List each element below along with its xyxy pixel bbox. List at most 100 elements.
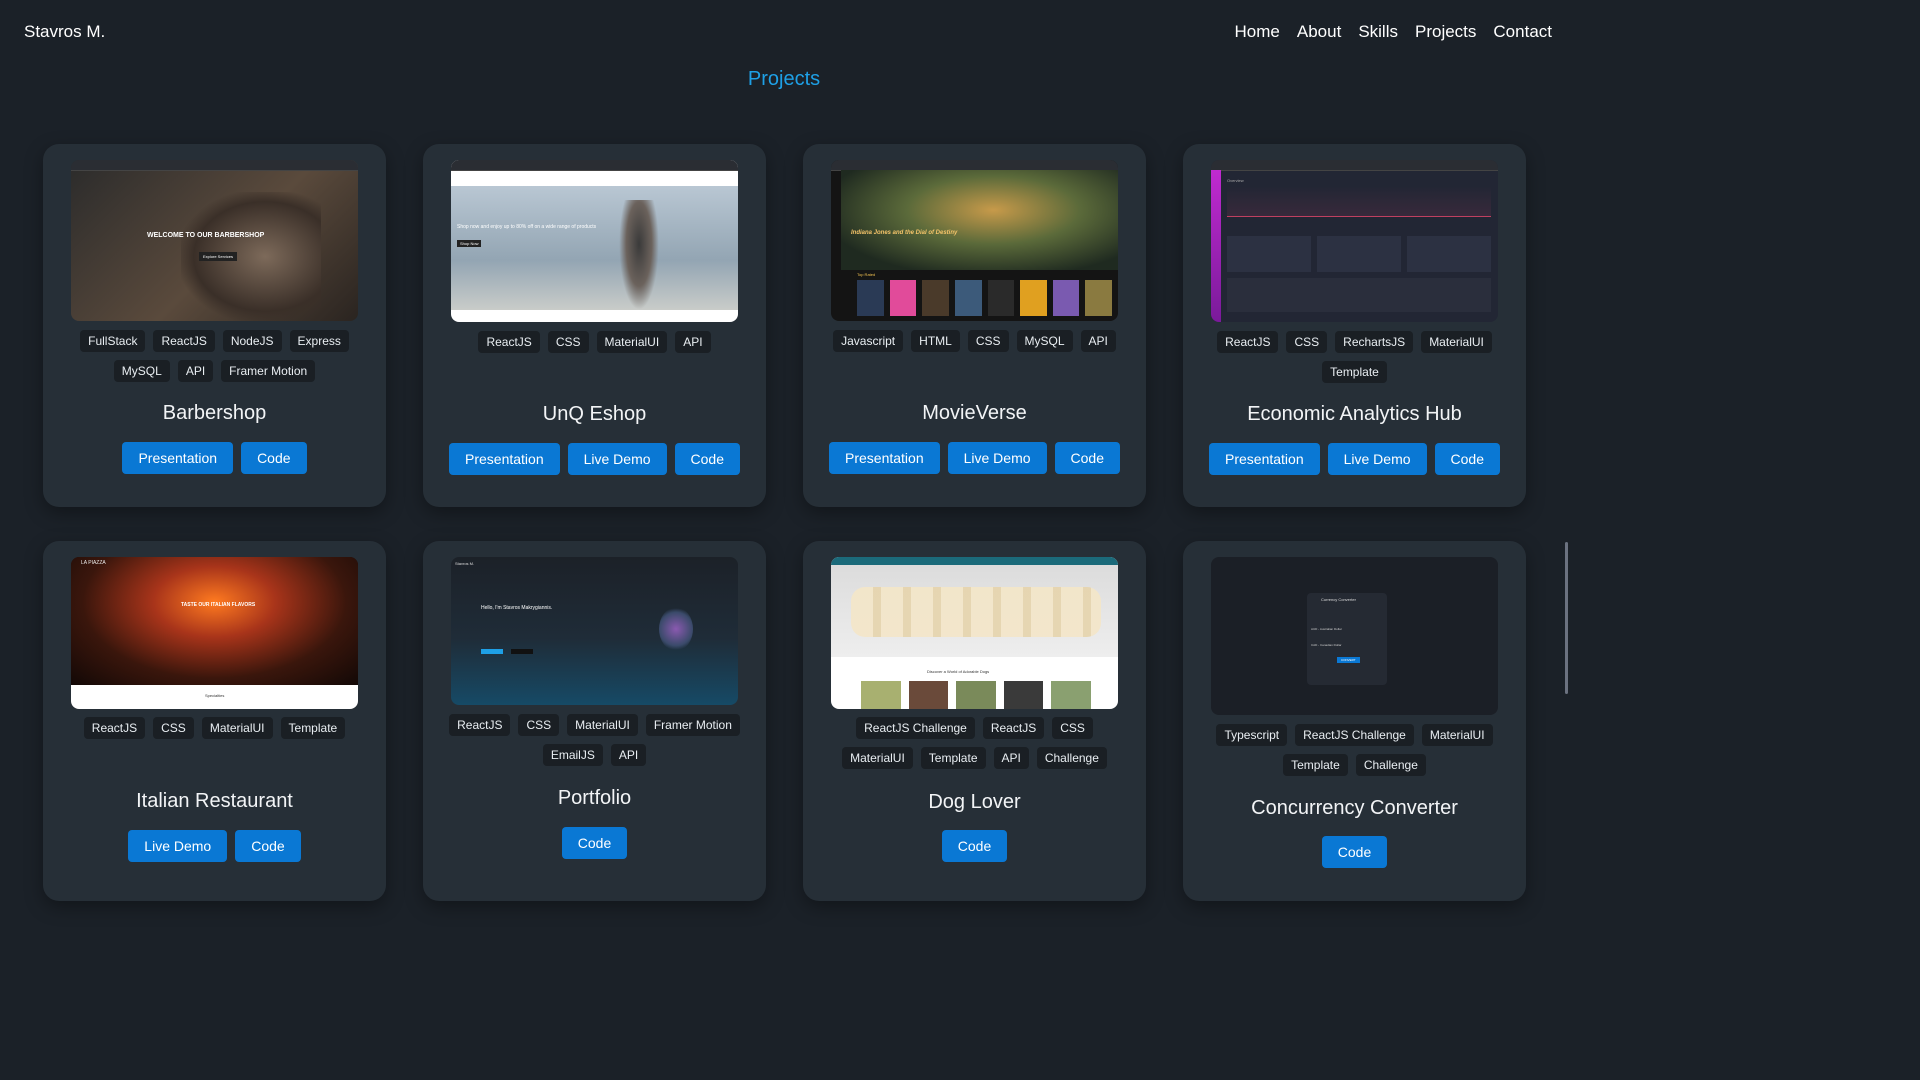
section-title: Projects bbox=[747, 68, 821, 90]
tag: MaterialUI bbox=[567, 714, 638, 736]
tag-list: ReactJS Challenge ReactJS CSS MaterialUI… bbox=[819, 717, 1130, 769]
screenshot-headline: Hello, I'm Stavros Makrygiannis. bbox=[481, 605, 553, 611]
tag: ReactJS bbox=[1217, 331, 1279, 353]
project-card-movieverse: Indiana Jones and the Dial of Destiny To… bbox=[803, 144, 1146, 507]
tag: CSS bbox=[518, 714, 560, 736]
tag: ReactJS bbox=[153, 330, 215, 352]
presentation-button[interactable]: Presentation bbox=[829, 442, 940, 474]
project-actions: Code bbox=[1183, 836, 1526, 868]
tag: FullStack bbox=[80, 330, 146, 352]
tag: MaterialUI bbox=[201, 717, 273, 739]
tag: ReactJS Challenge bbox=[1295, 724, 1414, 746]
screenshot-label: AUD - Australian Dollar bbox=[1311, 627, 1342, 631]
navbar: Stavros M. Home About Skills Projects Co… bbox=[0, 0, 1568, 64]
tag: Javascript bbox=[833, 330, 904, 352]
tag: MaterialUI bbox=[1421, 331, 1492, 353]
live-demo-button[interactable]: Live Demo bbox=[128, 830, 228, 862]
code-button[interactable]: Code bbox=[235, 830, 301, 862]
nav-link-projects[interactable]: Projects bbox=[1415, 22, 1476, 42]
tag: Express bbox=[289, 330, 349, 352]
tag: MySQL bbox=[1016, 330, 1073, 352]
screenshot-label: Currency Converter bbox=[1321, 597, 1356, 602]
tag-list: Javascript HTML CSS MySQL API bbox=[819, 330, 1130, 352]
project-card-concurrency-converter: Currency Converter AUD - Australian Doll… bbox=[1183, 541, 1526, 901]
project-title: Portfolio bbox=[557, 787, 632, 809]
screenshot-label: Discover a World of Adorable Dogs bbox=[927, 669, 990, 674]
project-screenshot: Shop now and enjoy up to 80% off on a wi… bbox=[451, 160, 738, 322]
code-button[interactable]: Code bbox=[674, 443, 740, 475]
tag: Challenge bbox=[1036, 747, 1107, 769]
tag: API bbox=[1080, 330, 1116, 352]
live-demo-button[interactable]: Live Demo bbox=[567, 443, 667, 475]
project-card-economic-analytics-hub: Overview ReactJS CSS RechartsJS Material… bbox=[1183, 144, 1526, 507]
tag: ReactJS bbox=[449, 714, 511, 736]
screenshot-logo: Stavros M. bbox=[455, 561, 475, 566]
screenshot-label: Specialties bbox=[205, 693, 225, 698]
screenshot-label: Overview bbox=[1227, 178, 1244, 183]
screenshot-headline: WELCOME TO OUR BARBERSHOP bbox=[147, 232, 265, 239]
screenshot-button: CONVERT bbox=[1337, 657, 1360, 663]
code-button[interactable]: Code bbox=[1321, 836, 1388, 868]
screenshot-label: Top Rated bbox=[857, 272, 876, 277]
project-actions: Presentation Live Demo Code bbox=[1183, 443, 1526, 475]
nav-link-contact[interactable]: Contact bbox=[1493, 22, 1552, 42]
tag: ReactJS bbox=[982, 717, 1045, 739]
tag: Template bbox=[1283, 754, 1348, 776]
tag: EmailJS bbox=[542, 744, 603, 766]
project-title: Dog Lover bbox=[928, 791, 1021, 813]
project-title: Economic Analytics Hub bbox=[1247, 403, 1462, 425]
project-title: Barbershop bbox=[162, 402, 267, 424]
project-actions: Code bbox=[803, 830, 1146, 862]
tag: API bbox=[993, 747, 1029, 769]
project-card-dog-lover: Discover a World of Adorable Dogs ReactJ… bbox=[803, 541, 1146, 901]
brand-name[interactable]: Stavros M. bbox=[24, 22, 105, 42]
presentation-button[interactable]: Presentation bbox=[122, 442, 234, 474]
tag: CSS bbox=[1052, 717, 1093, 739]
nav-link-skills[interactable]: Skills bbox=[1358, 22, 1398, 42]
tag: API bbox=[177, 360, 214, 382]
tag: MaterialUI bbox=[596, 331, 668, 353]
project-title: Italian Restaurant bbox=[136, 790, 293, 812]
project-screenshot: WELCOME TO OUR BARBERSHOP Explore Servic… bbox=[71, 160, 358, 321]
code-button[interactable]: Code bbox=[241, 442, 307, 474]
project-screenshot: LA PIAZZA TASTE OUR ITALIAN FLAVORS Spec… bbox=[71, 557, 358, 709]
code-button[interactable]: Code bbox=[1434, 443, 1500, 475]
live-demo-button[interactable]: Live Demo bbox=[1327, 443, 1427, 475]
tag: Framer Motion bbox=[221, 360, 316, 382]
tag: HTML bbox=[911, 330, 960, 352]
project-screenshot: Indiana Jones and the Dial of Destiny To… bbox=[831, 160, 1118, 321]
project-card-portfolio: Stavros M. Hello, I'm Stavros Makrygiann… bbox=[423, 541, 766, 901]
tag: CSS bbox=[1286, 331, 1328, 353]
live-demo-button[interactable]: Live Demo bbox=[947, 442, 1047, 474]
project-actions: Live Demo Code bbox=[43, 830, 386, 862]
project-actions: Presentation Live Demo Code bbox=[423, 443, 766, 475]
code-button[interactable]: Code bbox=[561, 827, 628, 859]
screenshot-logo: LA PIAZZA bbox=[81, 560, 106, 566]
project-screenshot: Currency Converter AUD - Australian Doll… bbox=[1211, 557, 1498, 715]
tag-list: ReactJS CSS RechartsJS MaterialUI Templa… bbox=[1199, 331, 1510, 383]
nav-link-about[interactable]: About bbox=[1297, 22, 1341, 42]
tag: ReactJS bbox=[83, 717, 146, 739]
code-button[interactable]: Code bbox=[1054, 442, 1120, 474]
project-card-italian-restaurant: LA PIAZZA TASTE OUR ITALIAN FLAVORS Spec… bbox=[43, 541, 386, 901]
tag: Typescript bbox=[1216, 724, 1288, 746]
tag: MaterialUI bbox=[1421, 724, 1493, 746]
screenshot-headline: TASTE OUR ITALIAN FLAVORS bbox=[181, 602, 256, 608]
screenshot-headline: Shop now and enjoy up to 80% off on a wi… bbox=[457, 224, 597, 230]
tag: MySQL bbox=[113, 360, 170, 382]
nav-menu: Home About Skills Projects Contact bbox=[1235, 22, 1552, 42]
presentation-button[interactable]: Presentation bbox=[449, 443, 560, 475]
tag: Challenge bbox=[1355, 754, 1426, 776]
nav-link-home[interactable]: Home bbox=[1235, 22, 1280, 42]
tag: Template bbox=[280, 717, 346, 739]
code-button[interactable]: Code bbox=[941, 830, 1008, 862]
tag-list: ReactJS CSS MaterialUI Template bbox=[59, 717, 370, 739]
project-title: UnQ Eshop bbox=[542, 403, 647, 425]
project-card-unq-eshop: Shop now and enjoy up to 80% off on a wi… bbox=[423, 144, 766, 507]
tag: ReactJS bbox=[478, 331, 540, 353]
tag-list: Typescript ReactJS Challenge MaterialUI … bbox=[1199, 724, 1510, 776]
scrollbar-thumb[interactable] bbox=[1565, 542, 1568, 694]
tag-list: ReactJS CSS MaterialUI API bbox=[439, 331, 750, 353]
presentation-button[interactable]: Presentation bbox=[1209, 443, 1320, 475]
project-screenshot: Stavros M. Hello, I'm Stavros Makrygiann… bbox=[451, 557, 738, 705]
